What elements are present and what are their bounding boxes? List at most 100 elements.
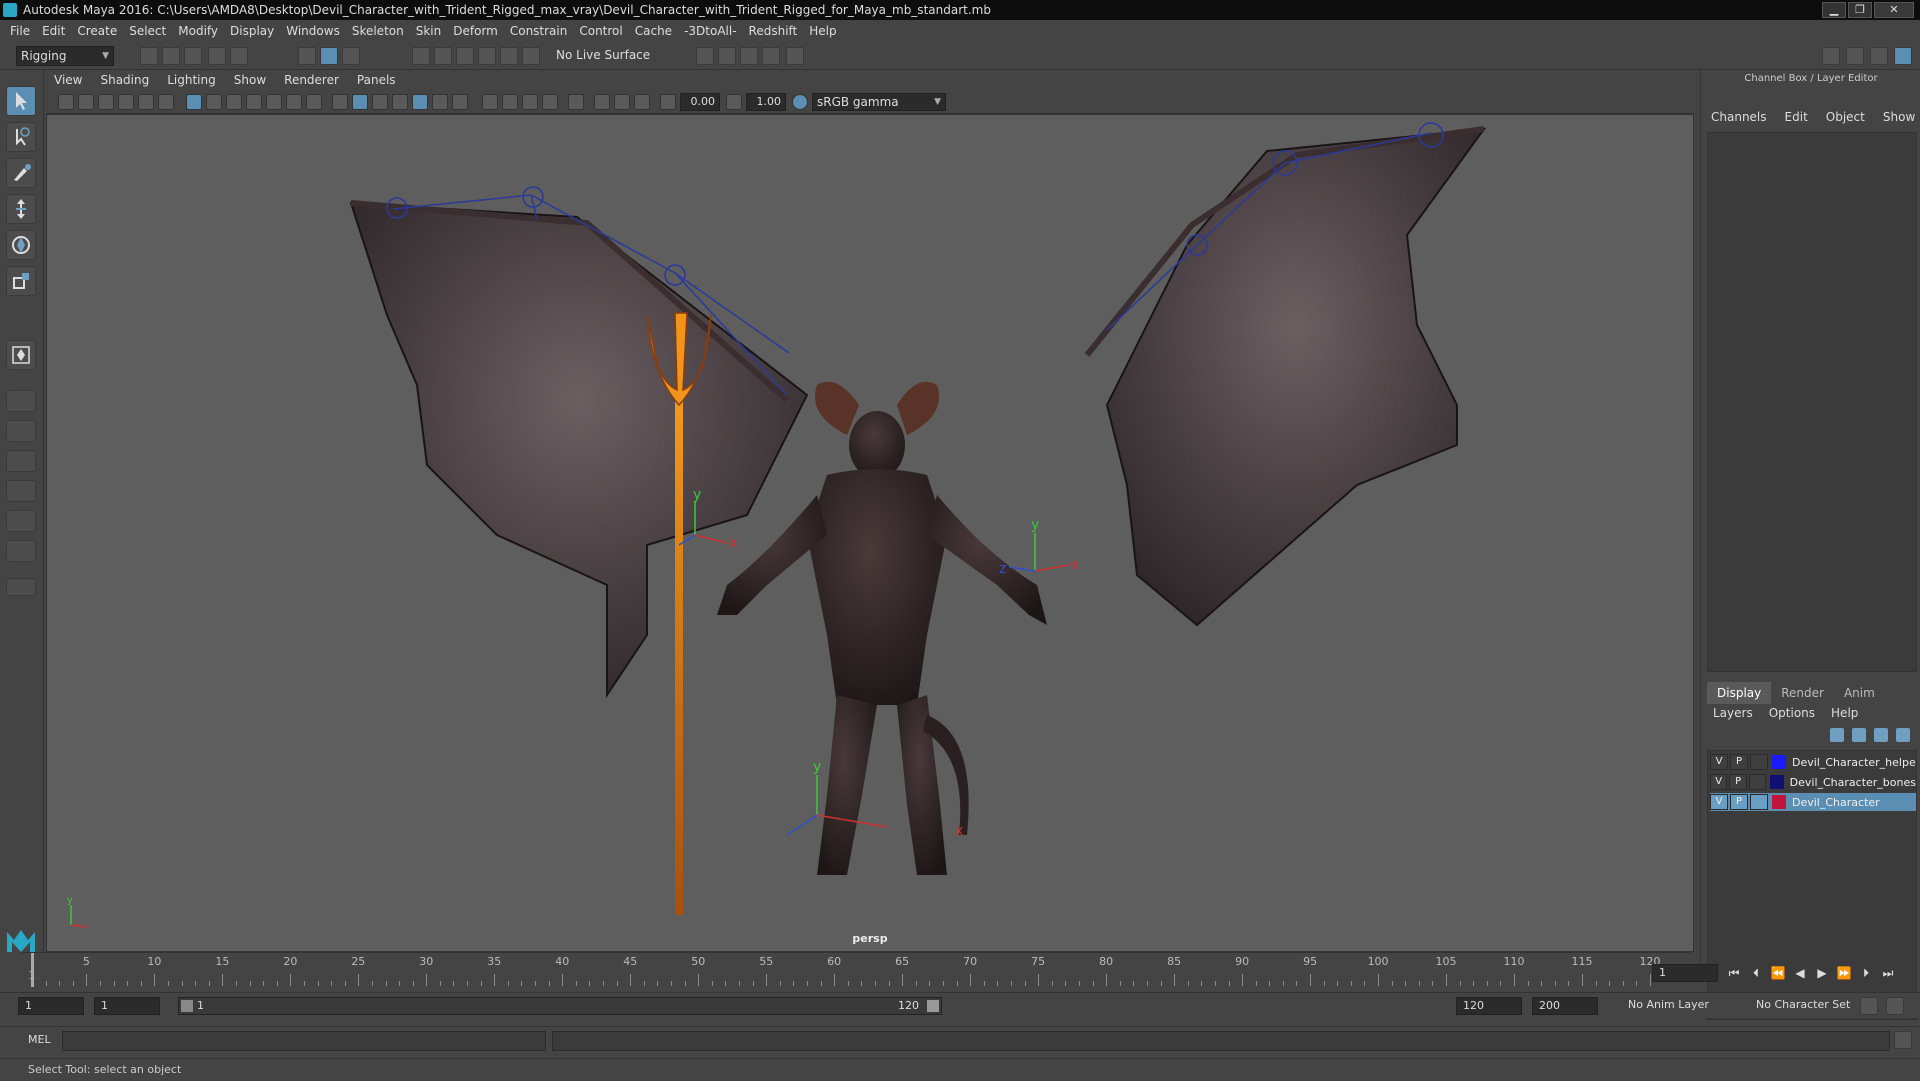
snap-surface-icon[interactable] [500,47,518,65]
cb-menu-show[interactable]: Show [1883,110,1915,124]
motion-blur-icon[interactable] [502,94,518,110]
gamma-icon[interactable] [726,94,742,110]
menu-deform[interactable]: Deform [453,24,498,38]
play-backwards-icon[interactable]: ◀ [1792,965,1808,981]
resolution-gate-icon[interactable] [226,94,242,110]
menu-help[interactable]: Help [809,24,836,38]
playback-end-field[interactable]: 120 [1456,997,1522,1015]
toggle-layout-icon[interactable] [6,578,36,596]
undo-icon[interactable] [208,47,226,65]
menu-redshift[interactable]: Redshift [749,24,798,38]
live-surface-field[interactable]: No Live Surface [552,46,652,66]
menu-cache[interactable]: Cache [635,24,672,38]
create-empty-layer-icon[interactable] [1874,728,1888,742]
cb-menu-object[interactable]: Object [1826,110,1865,124]
show-manipulator-icon[interactable] [6,340,36,370]
wireframe-icon[interactable] [332,94,348,110]
screen-space-ao-icon[interactable] [482,94,498,110]
menu-display[interactable]: Display [230,24,274,38]
layout-graph-icon[interactable] [6,480,36,502]
layout-four-view-icon[interactable] [6,390,36,412]
panel-menu-view[interactable]: View [54,73,82,87]
render-settings-icon[interactable] [740,47,758,65]
auto-key-icon[interactable] [1860,997,1878,1015]
open-scene-icon[interactable] [162,47,180,65]
time-slider[interactable]: 1510152025303540455055606570758085909510… [22,952,1690,987]
mel-input[interactable] [62,1031,546,1051]
panel-menu-shading[interactable]: Shading [100,73,149,87]
layer-playback-toggle[interactable]: P [1730,754,1748,770]
layer-visibility-toggle[interactable]: V [1710,774,1728,790]
menu-file[interactable]: File [10,24,30,38]
menu-create[interactable]: Create [77,24,117,38]
2d-pan-zoom-icon[interactable] [138,94,154,110]
range-slider[interactable]: 1 120 [178,997,942,1015]
depth-of-field-icon[interactable] [542,94,558,110]
channel-box-icon[interactable] [1894,47,1912,65]
menu-constrain[interactable]: Constrain [510,24,568,38]
layer-display-type-toggle[interactable] [1748,774,1767,790]
playback-start-field[interactable]: 1 [94,997,160,1015]
layer-playback-toggle[interactable]: P [1730,794,1748,810]
xray-joints-icon[interactable] [634,94,650,110]
layout-outliner-icon[interactable] [6,450,36,472]
layer-row-selected[interactable]: V P Devil_Character [1710,793,1916,811]
select-tool-icon[interactable] [6,86,36,116]
camera-lock-icon[interactable] [78,94,94,110]
step-forward-frame-icon[interactable]: ⏵ [1858,965,1874,981]
panel-menu-lighting[interactable]: Lighting [167,73,216,87]
xray-active-icon[interactable] [614,94,630,110]
snap-curve-icon[interactable] [434,47,452,65]
panel-menu-renderer[interactable]: Renderer [284,73,339,87]
mel-label[interactable]: MEL [28,1033,51,1046]
menu-set-dropdown[interactable]: Rigging ▼ [16,46,114,66]
cb-menu-channels[interactable]: Channels [1711,110,1767,124]
layer-display-type-toggle[interactable] [1750,754,1768,770]
layer-visibility-toggle[interactable]: V [1710,794,1728,810]
animation-end-field[interactable]: 200 [1532,997,1598,1015]
snap-view-plane-icon[interactable] [478,47,496,65]
exposure-field[interactable]: 0.00 [680,93,720,111]
grease-pencil-icon[interactable] [158,94,174,110]
go-to-start-icon[interactable]: ⏮ [1726,965,1742,981]
play-forwards-icon[interactable]: ▶ [1814,965,1830,981]
render-frame-icon[interactable] [696,47,714,65]
isolate-select-icon[interactable] [568,94,584,110]
layout-custom-icon[interactable] [6,540,36,562]
shadows-icon[interactable] [452,94,468,110]
anim-layer-dropdown[interactable]: No Anim Layer [1622,997,1746,1015]
safe-title-icon[interactable] [306,94,322,110]
layout-single-view-icon[interactable] [6,420,36,442]
minimize-button[interactable]: ▁ [1822,2,1846,18]
use-all-lights-icon[interactable] [432,94,448,110]
new-scene-icon[interactable] [140,47,158,65]
layer-color-swatch[interactable] [1772,795,1786,809]
bookmark-icon[interactable] [98,94,114,110]
menu-control[interactable]: Control [579,24,622,38]
layer-visibility-toggle[interactable]: V [1710,754,1728,770]
layer-color-swatch[interactable] [1770,775,1784,789]
panel-menu-panels[interactable]: Panels [357,73,396,87]
gamma-field[interactable]: 1.00 [746,93,786,111]
gate-mask-icon[interactable] [246,94,262,110]
menu-edit[interactable]: Edit [42,24,65,38]
layout-hypershade-icon[interactable] [6,510,36,532]
move-layer-down-icon[interactable] [1852,728,1866,742]
paint-select-tool-icon[interactable] [6,158,36,188]
move-tool-icon[interactable] [6,194,36,224]
smooth-shade-icon[interactable] [352,94,368,110]
step-back-frame-icon[interactable]: ⏴ [1748,965,1764,981]
grid-icon[interactable] [186,94,202,110]
attribute-editor-icon[interactable] [1846,47,1864,65]
select-hierarchy-icon[interactable] [298,47,316,65]
range-slider-start-handle[interactable] [181,1000,193,1012]
image-plane-icon[interactable] [118,94,134,110]
layer-row[interactable]: V P Devil_Character_bones [1710,773,1916,791]
go-to-end-icon[interactable]: ⏭ [1880,965,1896,981]
menu-3dtoall[interactable]: -3DtoAll- [684,24,736,38]
menu-skeleton[interactable]: Skeleton [352,24,404,38]
field-chart-icon[interactable] [266,94,282,110]
layer-row[interactable]: V P Devil_Character_helpe [1710,753,1916,771]
select-component-icon[interactable] [342,47,360,65]
animation-start-field[interactable]: 1 [18,997,84,1015]
